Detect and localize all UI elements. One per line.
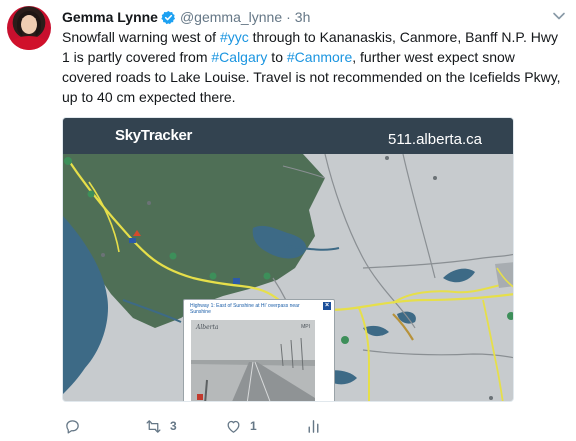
analytics-icon — [308, 419, 319, 433]
retweet-icon — [146, 419, 161, 433]
tweet-header: Gemma Lynne @gemma_lynne · 3h — [62, 8, 310, 26]
snowy-highway-photo — [191, 320, 315, 401]
display-name[interactable]: Gemma Lynne — [62, 9, 158, 25]
avatar[interactable] — [7, 6, 51, 50]
like-button[interactable]: 1 — [225, 416, 257, 436]
site-url: 511.alberta.ca — [388, 131, 482, 148]
camera-id: MPI — [301, 324, 310, 330]
brand-logo: SkyTracker — [115, 127, 193, 144]
heart-icon — [227, 420, 240, 433]
tweet-actions: 3 1 — [62, 416, 502, 436]
tweet-text-segment: to — [267, 49, 287, 65]
hashtag-link[interactable]: #Canmore — [287, 49, 352, 65]
close-icon: × — [323, 302, 331, 310]
reply-button[interactable] — [64, 416, 89, 436]
header-separator: · — [286, 9, 291, 25]
hashtag-link[interactable]: #Calgary — [211, 49, 267, 65]
tweet-media-image[interactable]: SkyTracker 511.alberta.ca Highway 1: Eas… — [62, 117, 514, 402]
hashtag-link[interactable]: #yyc — [220, 29, 249, 45]
camera-logo: Alberta — [196, 324, 219, 331]
avatar-face — [21, 15, 37, 34]
reply-icon — [66, 419, 79, 434]
tweet-timestamp[interactable]: 3h — [295, 9, 311, 25]
retweet-button[interactable]: 3 — [145, 416, 177, 436]
retweet-count: 3 — [170, 419, 177, 433]
author-handle[interactable]: @gemma_lynne — [180, 9, 282, 25]
avatar-jacket — [9, 36, 49, 50]
like-count: 1 — [250, 419, 257, 433]
chevron-down-icon[interactable] — [552, 9, 566, 23]
tweet-text-segment: Snowfall warning west of — [62, 29, 220, 45]
tweet-text: Snowfall warning west of #yyc through to… — [62, 27, 568, 107]
verified-badge-icon — [161, 10, 176, 24]
analytics-button[interactable] — [305, 416, 322, 436]
map-banner: SkyTracker 511.alberta.ca — [63, 118, 513, 154]
popup-title: Highway 1: East of Sunshine at Hi' overp… — [190, 303, 300, 315]
camera-image: Alberta MPI — [191, 320, 315, 401]
camera-popup: Highway 1: East of Sunshine at Hi' overp… — [183, 299, 335, 401]
